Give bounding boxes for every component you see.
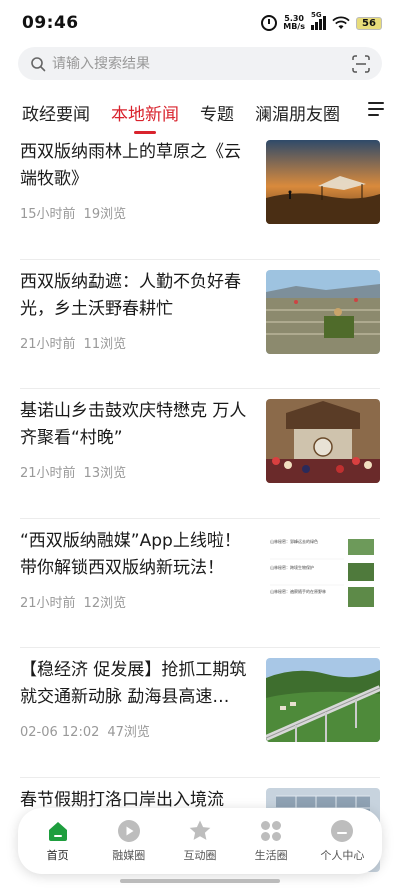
scan-icon[interactable] (352, 54, 370, 73)
battery-level: 56 (362, 17, 376, 29)
nav-interactive[interactable]: 互动圈 (168, 819, 232, 863)
news-time: 21小时前 (20, 595, 76, 611)
category-tabs: 政经要闻 本地新闻 专题 澜湄朋友圈 (0, 94, 400, 130)
nav-label: 个人中心 (320, 849, 365, 862)
news-item[interactable]: 基诺山乡击鼓欢庆特懋克 万人齐聚看“村晚” 21小时前 13浏览 (20, 389, 380, 519)
battery-icon: 56 (356, 16, 382, 30)
app-screenshot-text: 山林秘密：遍察随手的在原野林 (270, 588, 326, 594)
search-input[interactable] (52, 55, 352, 72)
news-title[interactable]: 西双版纳雨林上的草原之《云端牧歌》 (20, 139, 250, 193)
cellular-signal-icon: 5G (311, 11, 326, 30)
speed-unit: MB/s (283, 22, 305, 31)
news-time: 21小时前 (20, 336, 76, 352)
nav-media[interactable]: 融媒圈 (97, 819, 161, 863)
news-list: 西双版纳雨林上的草原之《云端牧歌》 15小时前 19浏览 西双版纳勐遮：人勤不负好… (0, 130, 400, 889)
nav-label: 首页 (46, 849, 69, 862)
network-speed: 5.30 MB/s (283, 15, 305, 31)
tab-local-news[interactable]: 本地新闻 (111, 100, 179, 125)
news-item[interactable]: 【稳经济 促发展】抢抓工期筑就交通新动脉 勐海县高速… 02-06 12:02 4… (20, 648, 380, 778)
news-title[interactable]: 西双版纳勐遮：人勤不负好春光，乡土沃野春耕忙 (20, 269, 250, 323)
profile-icon (331, 820, 354, 842)
news-title[interactable]: “西双版纳融媒”App上线啦！带你解锁西双版纳新玩法！ (20, 528, 250, 582)
nav-label: 生活圈 (254, 849, 288, 862)
menu-icon[interactable] (368, 102, 384, 116)
news-thumbnail[interactable] (266, 140, 380, 224)
news-meta: 02-06 12:02 47浏览 (20, 721, 150, 740)
bottom-navigation: 首页 融媒圈 互动圈 生活圈 个人中心 (18, 808, 382, 874)
tab-politics-economy[interactable]: 政经要闻 (22, 100, 90, 125)
news-thumbnail[interactable] (266, 269, 380, 354)
nav-profile[interactable]: 个人中心 (310, 819, 374, 863)
news-thumbnail[interactable] (266, 399, 380, 484)
play-icon (117, 820, 140, 842)
grid-icon (261, 821, 282, 841)
news-meta: 21小时前 12浏览 (20, 592, 126, 611)
nav-label: 融媒圈 (112, 849, 146, 862)
news-time: 02-06 12:02 (20, 725, 100, 741)
tab-special-topics[interactable]: 专题 (200, 100, 234, 125)
news-views: 13浏览 (83, 466, 127, 482)
search-bar[interactable] (18, 47, 382, 80)
news-views: 12浏览 (83, 595, 127, 611)
tab-lancang-mekong-friends[interactable]: 澜湄朋友圈 (255, 100, 340, 125)
status-icons: 5.30 MB/s 5G 56 (261, 11, 382, 31)
nav-life[interactable]: 生活圈 (239, 819, 303, 863)
news-title[interactable]: 基诺山乡击鼓欢庆特懋克 万人齐聚看“村晚” (20, 398, 250, 452)
wifi-icon (332, 16, 350, 29)
app-screenshot-text: 山林秘密：跨境生物保护 (270, 564, 314, 570)
news-thumbnail[interactable] (266, 658, 380, 743)
news-meta: 21小时前 13浏览 (20, 462, 126, 481)
status-bar: 09:46 5.30 MB/s 5G 56 (0, 0, 400, 46)
news-item[interactable]: “西双版纳融媒”App上线啦！带你解锁西双版纳新玩法！ 21小时前 12浏览 山林… (20, 519, 380, 649)
nav-home[interactable]: 首页 (26, 819, 90, 863)
news-time: 15小时前 (20, 207, 76, 222)
network-type: 5G (311, 11, 322, 19)
status-time: 09:46 (22, 13, 79, 33)
news-thumbnail[interactable]: 山林秘密：郢峰远去的绿色 山林秘密：跨境生物保护 山林秘密：遍察随手的在原野林 (266, 528, 380, 613)
home-icon (48, 822, 67, 841)
news-views: 11浏览 (83, 336, 127, 352)
search-icon (31, 56, 46, 71)
news-time: 21小时前 (20, 466, 76, 482)
news-title[interactable]: 【稳经济 促发展】抢抓工期筑就交通新动脉 勐海县高速… (20, 657, 250, 711)
news-views: 47浏览 (107, 725, 150, 741)
star-icon (189, 820, 211, 840)
nav-label: 互动圈 (183, 849, 217, 862)
news-views: 19浏览 (83, 207, 127, 222)
news-meta: 15小时前 19浏览 (20, 203, 126, 222)
news-item[interactable]: 西双版纳勐遮：人勤不负好春光，乡土沃野春耕忙 21小时前 11浏览 (20, 260, 380, 390)
news-meta: 21小时前 11浏览 (20, 333, 126, 352)
alarm-icon (261, 15, 278, 31)
home-indicator[interactable] (120, 879, 280, 883)
news-item[interactable]: 西双版纳雨林上的草原之《云端牧歌》 15小时前 19浏览 (20, 130, 380, 260)
app-screenshot-text: 山林秘密：郢峰远去的绿色 (270, 538, 318, 544)
